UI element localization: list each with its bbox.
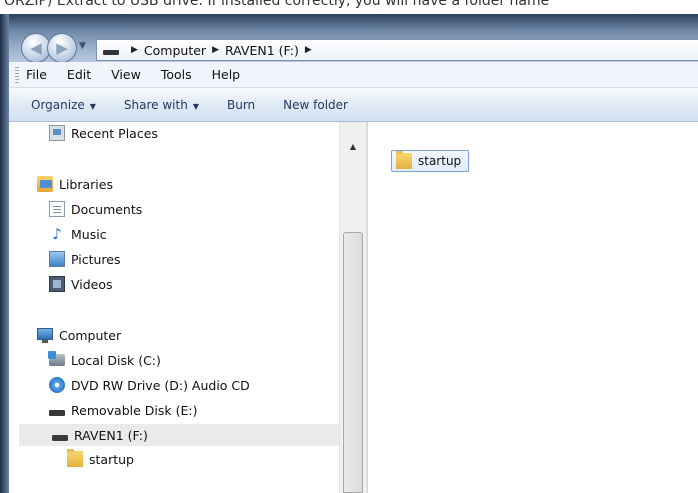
dvd-drive-icon <box>49 377 65 393</box>
chevron-right-icon[interactable]: ▶ <box>131 45 138 55</box>
navigation-buttons: ◀ ▶ ▼ <box>21 33 101 63</box>
nav-pictures[interactable]: Pictures <box>49 248 121 270</box>
nav-label: DVD RW Drive (D:) Audio CD <box>71 377 250 393</box>
address-bar[interactable]: ▶ Computer ▶ RAVEN1 (F:) ▶ <box>96 39 698 61</box>
nav-local-disk[interactable]: Local Disk (C:) <box>48 349 161 371</box>
removable-disk-icon <box>52 435 68 441</box>
scrollbar-thumb[interactable] <box>343 232 363 493</box>
nav-videos[interactable]: Videos <box>49 273 113 295</box>
forward-arrow-icon: ▶ <box>56 39 68 57</box>
nav-raven1-drive[interactable]: RAVEN1 (F:) <box>19 424 339 446</box>
nav-label: Removable Disk (E:) <box>71 402 198 418</box>
nav-startup-folder[interactable]: startup <box>67 448 134 470</box>
folder-icon <box>67 449 83 467</box>
nav-pane-scrollbar[interactable]: ▲ <box>339 122 367 493</box>
dropdown-arrow-icon: ▼ <box>192 101 199 111</box>
menu-tools[interactable]: Tools <box>161 67 192 82</box>
folder-item-label: startup <box>418 154 462 168</box>
dropdown-arrow-icon: ▼ <box>89 101 96 111</box>
chevron-right-icon[interactable]: ▶ <box>305 45 312 55</box>
scroll-up-arrow-icon[interactable]: ▲ <box>340 142 366 151</box>
nav-label: Computer <box>59 327 122 343</box>
menu-view[interactable]: View <box>111 67 141 82</box>
folder-icon <box>396 151 412 169</box>
share-with-button[interactable]: Share with ▼ <box>124 98 199 112</box>
burn-button[interactable]: Burn <box>227 98 255 112</box>
libraries-icon <box>37 176 53 192</box>
menu-bar: File Edit View Tools Help <box>9 62 698 88</box>
nav-label: Recent Places <box>71 125 158 141</box>
new-folder-button[interactable]: New folder <box>283 98 348 112</box>
caption-text: ORZIP) Extract to USB drive. If installe… <box>4 0 550 9</box>
nav-dvd-drive[interactable]: DVD RW Drive (D:) Audio CD <box>49 374 250 396</box>
chevron-right-icon[interactable]: ▶ <box>212 45 219 55</box>
organize-button[interactable]: Organize ▼ <box>31 98 96 112</box>
recent-places-icon <box>49 125 65 141</box>
command-bar: Organize ▼ Share with ▼ Burn New folder <box>9 88 698 122</box>
nav-label: Local Disk (C:) <box>71 352 161 368</box>
breadcrumb-raven1[interactable]: RAVEN1 (F:) <box>225 43 299 58</box>
menu-edit[interactable]: Edit <box>67 67 91 82</box>
organize-label: Organize <box>31 97 85 112</box>
caption-strip: ORZIP) Extract to USB drive. If installe… <box>0 0 698 14</box>
pictures-icon <box>49 251 65 267</box>
breadcrumb-computer[interactable]: Computer <box>144 43 206 58</box>
videos-icon <box>49 276 65 292</box>
share-with-label: Share with <box>123 97 188 112</box>
file-list-pane: startup <box>368 122 698 493</box>
computer-icon <box>37 328 53 343</box>
documents-icon <box>49 201 65 217</box>
drive-icon <box>103 49 119 55</box>
nav-label: startup <box>89 451 134 467</box>
menu-file[interactable]: File <box>26 67 47 82</box>
nav-computer[interactable]: Computer <box>37 324 121 346</box>
nav-libraries[interactable]: Libraries <box>37 173 113 195</box>
nav-label: Pictures <box>71 251 121 267</box>
folder-item-startup[interactable]: startup <box>391 150 469 172</box>
window-left-border <box>0 14 9 493</box>
nav-label: Libraries <box>59 176 113 192</box>
nav-music[interactable]: ♪ Music <box>49 223 107 245</box>
music-note-icon: ♪ <box>52 225 62 243</box>
menu-grip <box>15 66 19 83</box>
removable-disk-icon <box>49 410 65 416</box>
back-arrow-icon: ◀ <box>30 39 42 57</box>
nav-recent-places[interactable]: Recent Places <box>49 122 158 144</box>
forward-button[interactable]: ▶ <box>47 33 77 63</box>
navigation-pane: Recent Places Libraries Documents ♪ Music… <box>9 122 339 493</box>
nav-label: Videos <box>71 276 113 292</box>
nav-removable-disk[interactable]: Removable Disk (E:) <box>49 399 197 421</box>
nav-label: Music <box>71 226 107 242</box>
menu-help[interactable]: Help <box>212 67 241 82</box>
nav-label: Documents <box>71 201 143 217</box>
recent-pages-dropdown[interactable]: ▼ <box>79 41 86 51</box>
nav-label: RAVEN1 (F:) <box>74 427 148 443</box>
nav-documents[interactable]: Documents <box>49 198 142 220</box>
local-disk-icon <box>48 351 65 366</box>
